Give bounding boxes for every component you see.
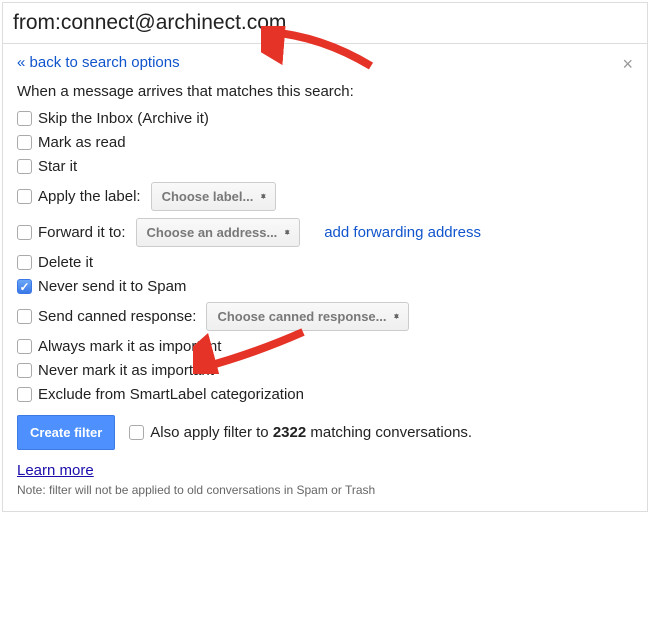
checkbox-never-spam[interactable] [17, 279, 32, 294]
option-mark-read: Mark as read [17, 134, 633, 151]
label-exclude-smartlabel: Exclude from SmartLabel categorization [38, 386, 304, 403]
also-apply-pre: Also apply filter to [150, 424, 273, 441]
dropdown-choose-label[interactable]: Choose label... ▲▼ [151, 182, 277, 211]
option-forward: Forward it to: Choose an address... ▲▼ a… [17, 218, 633, 247]
option-always-important: Always mark it as important [17, 338, 633, 355]
dropdown-choose-address-text: Choose an address... [147, 225, 278, 240]
option-delete: Delete it [17, 254, 633, 271]
checkbox-always-important[interactable] [17, 339, 32, 354]
close-icon[interactable]: × [622, 54, 633, 75]
dropdown-choose-label-text: Choose label... [162, 189, 254, 204]
intro-text: When a message arrives that matches this… [17, 83, 633, 100]
checkbox-canned[interactable] [17, 309, 32, 324]
label-always-important: Always mark it as important [38, 338, 221, 355]
label-star: Star it [38, 158, 77, 175]
option-apply-label: Apply the label: Choose label... ▲▼ [17, 182, 633, 211]
option-skip-inbox: Skip the Inbox (Archive it) [17, 110, 633, 127]
back-to-search-link[interactable]: « back to search options [17, 54, 180, 71]
checkbox-also-apply[interactable] [129, 425, 144, 440]
option-star: Star it [17, 158, 633, 175]
also-apply-post: matching conversations. [306, 424, 472, 441]
updown-icon: ▲▼ [283, 232, 291, 233]
label-canned: Send canned response: [38, 308, 196, 325]
option-exclude-smartlabel: Exclude from SmartLabel categorization [17, 386, 633, 403]
also-apply-text: Also apply filter to 2322 matching conve… [150, 424, 472, 441]
option-never-spam: Never send it to Spam [17, 278, 633, 295]
dropdown-choose-canned[interactable]: Choose canned response... ▲▼ [206, 302, 409, 331]
learn-more-link[interactable]: Learn more [17, 462, 94, 479]
search-query[interactable]: from:connect@archinect.com [3, 3, 647, 44]
dropdown-choose-address[interactable]: Choose an address... ▲▼ [136, 218, 301, 247]
filter-content: × « back to search options When a messag… [3, 44, 647, 511]
label-never-important: Never mark it as important [38, 362, 214, 379]
add-forwarding-link[interactable]: add forwarding address [324, 224, 481, 241]
also-apply-count: 2322 [273, 424, 306, 441]
create-filter-button[interactable]: Create filter [17, 415, 115, 450]
checkbox-forward[interactable] [17, 225, 32, 240]
checkbox-skip-inbox[interactable] [17, 111, 32, 126]
label-apply-label: Apply the label: [38, 188, 141, 205]
checkbox-exclude-smartlabel[interactable] [17, 387, 32, 402]
option-canned: Send canned response: Choose canned resp… [17, 302, 633, 331]
updown-icon: ▲▼ [393, 316, 401, 317]
label-delete: Delete it [38, 254, 93, 271]
label-never-spam: Never send it to Spam [38, 278, 186, 295]
checkbox-star[interactable] [17, 159, 32, 174]
option-never-important: Never mark it as important [17, 362, 633, 379]
checkbox-never-important[interactable] [17, 363, 32, 378]
dropdown-choose-canned-text: Choose canned response... [217, 309, 386, 324]
checkbox-delete[interactable] [17, 255, 32, 270]
label-skip-inbox: Skip the Inbox (Archive it) [38, 110, 209, 127]
checkbox-apply-label[interactable] [17, 189, 32, 204]
updown-icon: ▲▼ [259, 196, 267, 197]
footer-row: Create filter Also apply filter to 2322 … [17, 415, 633, 450]
label-mark-read: Mark as read [38, 134, 126, 151]
checkbox-mark-read[interactable] [17, 135, 32, 150]
label-forward: Forward it to: [38, 224, 126, 241]
filter-panel: from:connect@archinect.com × « back to s… [2, 2, 648, 512]
note-text: Note: filter will not be applied to old … [17, 483, 633, 497]
